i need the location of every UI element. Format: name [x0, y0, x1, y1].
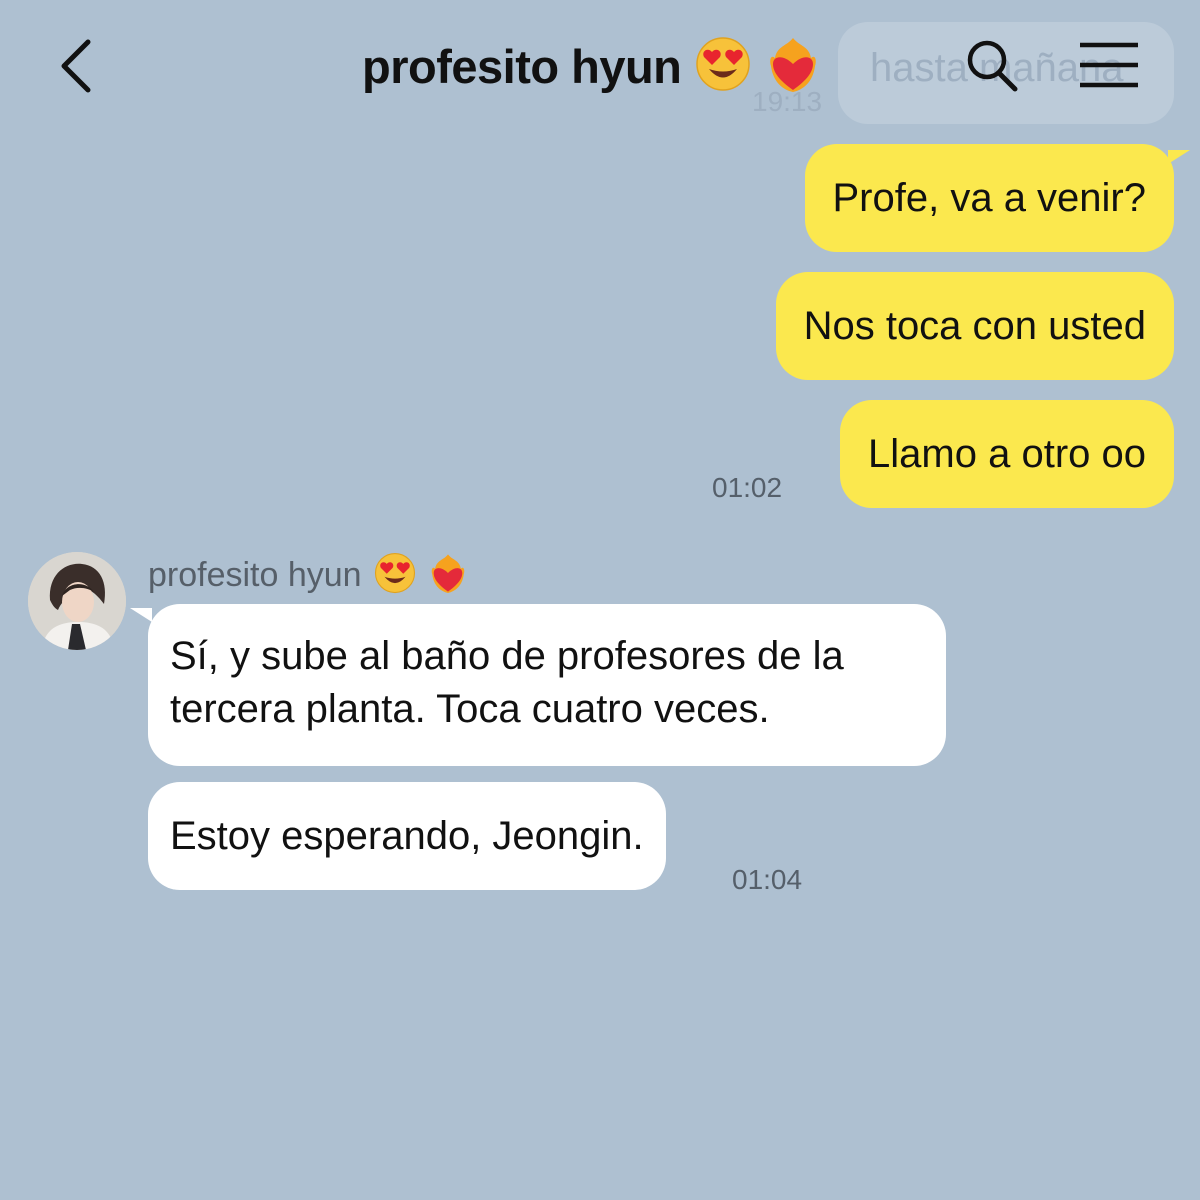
heart-on-fire-icon — [765, 34, 821, 99]
message-text: Nos toca con usted — [803, 303, 1146, 348]
message-text-line: tercera planta. Toca cuatro veces. — [170, 687, 770, 731]
outgoing-message-bubble[interactable]: Profe, va a venir? — [804, 144, 1174, 252]
menu-button[interactable] — [1078, 40, 1140, 90]
profile-photo-icon — [28, 552, 126, 650]
message-timestamp: 01:04 — [732, 864, 803, 895]
chevron-left-icon — [61, 39, 91, 93]
message-text: Llamo a otro oo — [868, 431, 1146, 476]
search-button[interactable] — [962, 36, 1022, 96]
incoming-message-bubble[interactable]: Estoy esperando, Jeongin. — [148, 782, 666, 890]
sender-name: profesito hyun — [148, 555, 362, 594]
smiling-face-with-heart-eyes-icon — [695, 36, 751, 97]
outgoing-message-bubble[interactable]: Nos toca con usted — [775, 272, 1174, 380]
chat-title: profesito hyun — [362, 36, 821, 96]
message-timestamp: 01:02 — [712, 472, 783, 503]
message-text-line: Sí, y sube al baño de profesores de la — [170, 634, 844, 678]
bubble-tail — [1168, 150, 1190, 164]
hamburger-menu-icon — [1080, 42, 1138, 88]
message-text: Profe, va a venir? — [832, 175, 1147, 220]
heart-on-fire-icon — [428, 551, 468, 600]
outgoing-message-bubble[interactable]: Llamo a otro oo — [840, 400, 1174, 508]
sender-label: profesito hyun — [148, 552, 468, 598]
smiling-face-with-heart-eyes-icon — [374, 552, 416, 599]
chat-screen: hasta mañana 19:13 profesito hyun Profe,… — [0, 0, 1200, 1200]
bubble-tail — [130, 608, 152, 622]
message-text: Estoy esperando, Jeongin. — [170, 813, 644, 858]
search-icon — [967, 40, 1018, 92]
incoming-message-bubble[interactable]: Sí, y sube al baño de profesores de la t… — [148, 604, 946, 766]
chat-title-text: profesito hyun — [362, 39, 682, 93]
avatar[interactable] — [28, 552, 126, 650]
back-button[interactable] — [50, 30, 110, 100]
